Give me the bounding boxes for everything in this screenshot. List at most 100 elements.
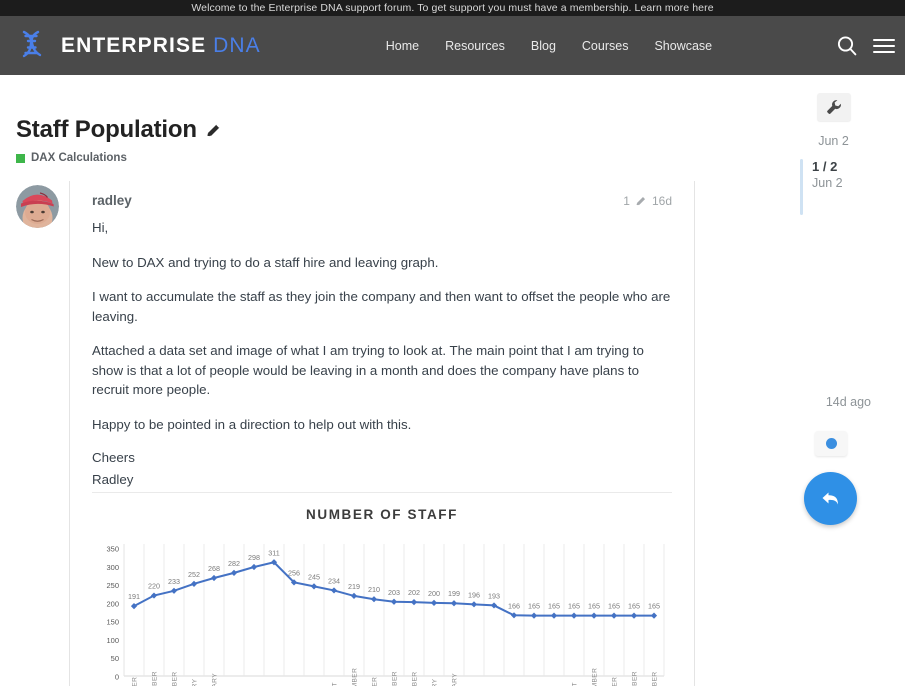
svg-text:50: 50	[111, 654, 119, 663]
reply-arrow-icon	[822, 492, 838, 505]
announcement-text: Welcome to the Enterprise DNA support fo…	[191, 2, 714, 14]
category-label: DAX Calculations	[31, 152, 127, 164]
svg-text:219: 219	[348, 582, 360, 591]
topic-timeline: Jun 2 1 / 2 Jun 2	[786, 93, 881, 215]
svg-text:282: 282	[228, 559, 240, 568]
timeline-position: 1 / 2 Jun 2	[812, 159, 843, 215]
category-color-swatch	[16, 153, 25, 163]
timeline-last-activity: 14d ago	[825, 395, 871, 409]
page-title: Staff Population	[16, 116, 197, 143]
hamburger-menu-icon	[873, 38, 895, 53]
topic-admin-button[interactable]	[816, 93, 851, 121]
svg-text:200: 200	[428, 589, 440, 598]
svg-text:165: 165	[628, 602, 640, 611]
svg-text:256: 256	[288, 568, 300, 577]
menu-button[interactable]	[873, 38, 895, 53]
svg-text:234: 234	[328, 576, 340, 585]
post-paragraph: New to DAX and trying to do a staff hire…	[92, 254, 439, 270]
svg-text:JANUARY: JANUARY	[192, 678, 199, 686]
svg-text:DECEMBER: DECEMBER	[412, 671, 419, 686]
pencil-icon[interactable]	[635, 195, 647, 207]
svg-text:268: 268	[208, 564, 220, 573]
jump-to-post-button[interactable]	[815, 431, 847, 456]
pencil-icon[interactable]	[205, 122, 222, 139]
svg-text:166: 166	[508, 601, 520, 610]
svg-text:JANUARY: JANUARY	[432, 678, 439, 686]
nav-item-courses[interactable]: Courses	[582, 39, 629, 53]
timeline-start-date: Jun 2	[818, 134, 849, 148]
site-header: ENTERPRISE DNA Home Resources Blog Cours…	[0, 16, 905, 75]
timeline-post-count: 1 / 2	[812, 159, 838, 174]
svg-text:210: 210	[368, 585, 380, 594]
svg-text:311: 311	[268, 548, 279, 557]
edit-count: 1	[623, 193, 630, 208]
category-badge[interactable]: DAX Calculations	[16, 152, 905, 164]
svg-text:191: 191	[128, 592, 140, 601]
nav-item-home[interactable]: Home	[386, 39, 419, 53]
logo-secondary: DNA	[213, 33, 261, 57]
post-age: 16d	[651, 193, 672, 208]
timeline-current-date: Jun 2	[812, 176, 843, 190]
svg-text:DECEMBER: DECEMBER	[172, 671, 179, 686]
svg-text:202: 202	[408, 588, 420, 597]
post-paragraph: Hi,	[92, 220, 109, 235]
svg-text:165: 165	[588, 602, 600, 611]
svg-text:165: 165	[528, 602, 540, 611]
page-content: Staff Population DAX Calculations radley…	[0, 75, 905, 686]
svg-text:OCTOBER: OCTOBER	[132, 677, 139, 686]
post-meta: 1 16d	[623, 194, 672, 208]
staff-line-chart: 0 50 100 150 200 250 300 350 191 220 233 252 268 282 2…	[106, 544, 665, 686]
svg-text:165: 165	[648, 602, 660, 611]
svg-text:AUGUST: AUGUST	[572, 682, 579, 686]
svg-text:FEBRUARY: FEBRUARY	[212, 673, 219, 686]
timeline-progress-bar	[800, 159, 803, 215]
logo-primary: ENTERPRISE	[61, 33, 207, 57]
post-author[interactable]: radley	[92, 193, 132, 208]
timeline-scrollbar[interactable]: 1 / 2 Jun 2	[800, 159, 843, 215]
svg-text:SEPTEMBER: SEPTEMBER	[592, 668, 599, 686]
header-tools	[836, 16, 895, 75]
svg-text:203: 203	[388, 588, 400, 597]
post-stream: radley 1 16d Hi, New to DAX and trying t…	[16, 181, 905, 686]
svg-text:200: 200	[106, 599, 119, 608]
post-paragraph: Attached a data set and image of what I …	[92, 343, 644, 397]
svg-text:0: 0	[115, 673, 119, 682]
logo-wordmark: ENTERPRISE DNA	[61, 34, 261, 58]
svg-text:220: 220	[148, 582, 160, 591]
svg-text:245: 245	[308, 572, 320, 581]
svg-text:SEPTEMBER: SEPTEMBER	[352, 668, 359, 686]
chart-attachment[interactable]: NUMBER OF STAFF 0 50 100 150 200 250 300 350 191…	[92, 493, 672, 686]
svg-text:NOVEMBER: NOVEMBER	[392, 671, 399, 686]
nav-item-showcase[interactable]: Showcase	[654, 39, 712, 53]
svg-text:NOVEMBER: NOVEMBER	[632, 671, 639, 686]
svg-text:250: 250	[106, 581, 119, 590]
avatar-image	[16, 185, 59, 228]
post-paragraph: I want to accumulate the staff as they j…	[92, 289, 671, 324]
svg-text:233: 233	[168, 577, 180, 586]
nav-item-resources[interactable]: Resources	[445, 39, 505, 53]
nav-item-blog[interactable]: Blog	[531, 39, 556, 53]
signature-line: Cheers	[92, 450, 135, 465]
search-button[interactable]	[836, 35, 858, 57]
svg-text:300: 300	[106, 563, 119, 572]
svg-text:350: 350	[106, 545, 119, 554]
chart-plot-area: 0 50 100 150 200 250 300 350 191 220 233 252 268 282 2…	[92, 528, 672, 686]
svg-text:193: 193	[488, 591, 500, 600]
svg-text:NOVEMBER: NOVEMBER	[152, 671, 159, 686]
announcement-bar: Welcome to the Enterprise DNA support fo…	[0, 0, 905, 16]
chart-title: NUMBER OF STAFF	[306, 507, 458, 522]
svg-text:165: 165	[568, 602, 580, 611]
svg-text:DECEMBER: DECEMBER	[652, 671, 659, 686]
svg-text:AUGUST: AUGUST	[332, 682, 339, 686]
svg-text:252: 252	[188, 570, 200, 579]
post-body: Hi, New to DAX and trying to do a staff …	[92, 212, 672, 488]
signature-line: Radley	[92, 471, 134, 487]
svg-text:165: 165	[608, 602, 620, 611]
avatar[interactable]	[16, 185, 59, 228]
post-paragraph: Happy to be pointed in a direction to he…	[92, 416, 412, 432]
main-navigation: Home Resources Blog Courses Showcase	[386, 39, 712, 53]
reply-button[interactable]	[804, 472, 857, 525]
svg-text:196: 196	[468, 590, 480, 599]
svg-text:165: 165	[548, 602, 560, 611]
site-logo[interactable]: ENTERPRISE DNA	[14, 28, 261, 64]
